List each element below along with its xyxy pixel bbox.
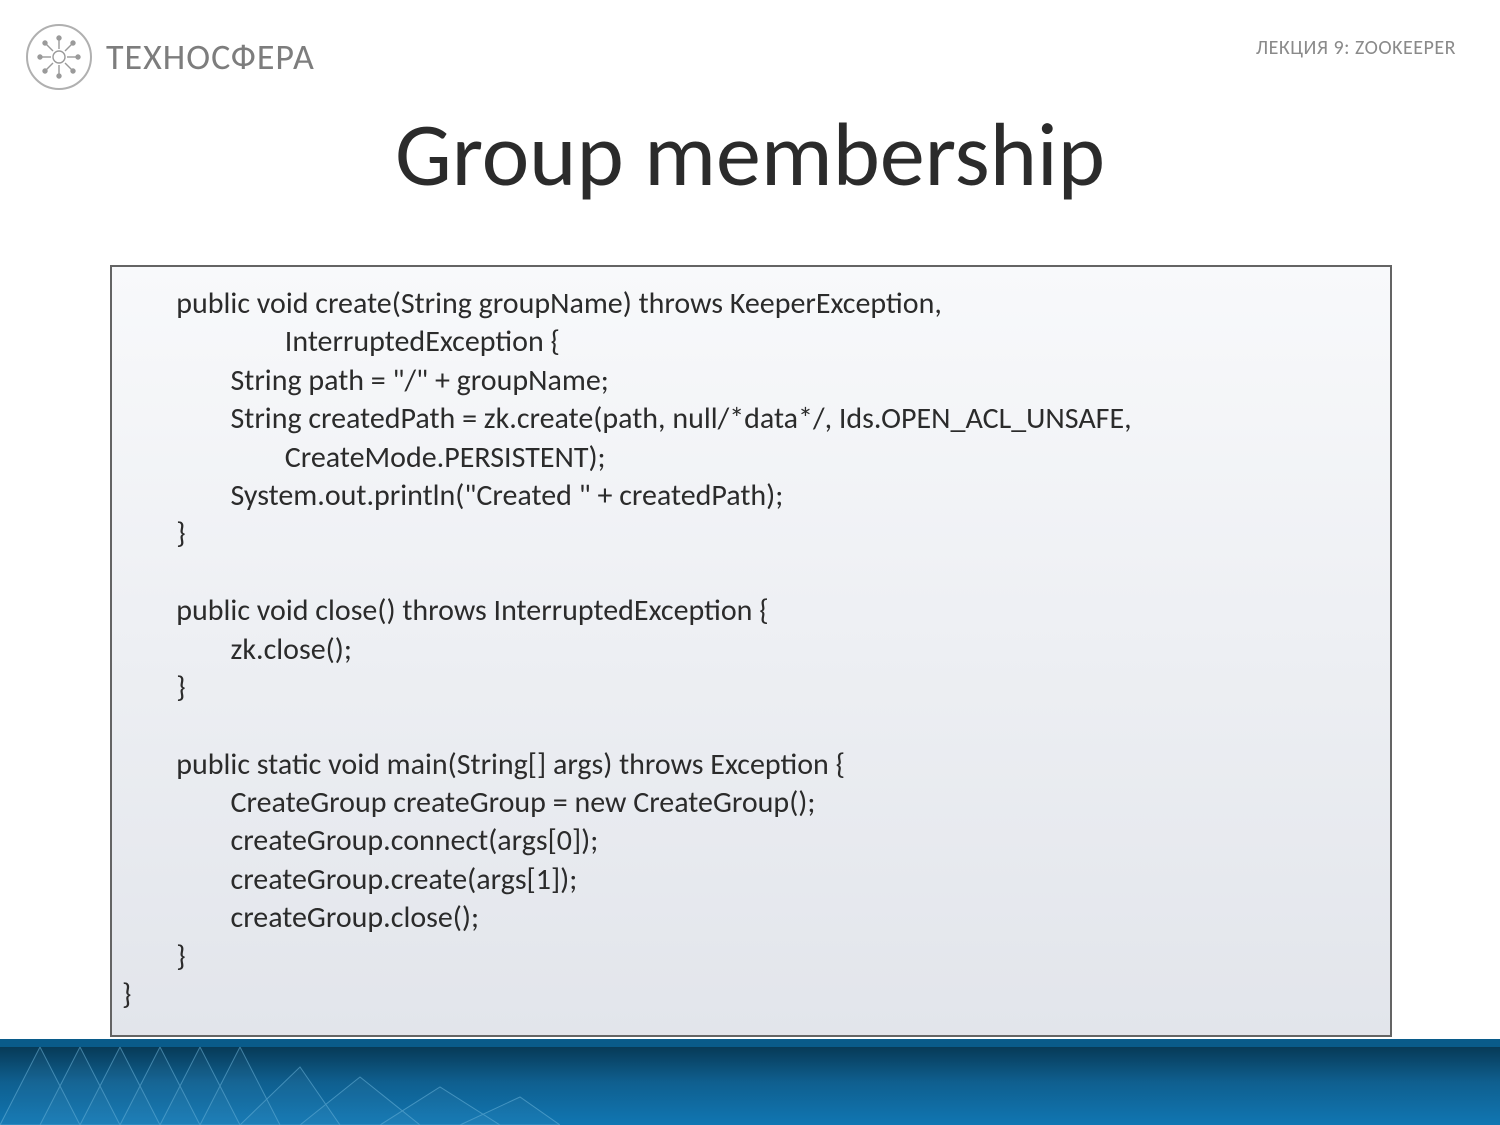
- footer-bar: [0, 1047, 1500, 1125]
- footer-pattern-icon: [0, 1047, 560, 1125]
- slide-title: Group membership: [0, 100, 1500, 210]
- brand-block: ТЕХНОСФЕРА: [26, 24, 315, 90]
- brand-logo-icon: [26, 24, 92, 90]
- code-block: public void create(String groupName) thr…: [110, 265, 1392, 1037]
- lecture-label: ЛЕКЦИЯ 9: ZOOKEEPER: [1256, 36, 1456, 60]
- slide: ТЕХНОСФЕРА ЛЕКЦИЯ 9: ZOOKEEPER Group mem…: [0, 0, 1500, 1125]
- brand-name: ТЕХНОСФЕРА: [106, 35, 315, 79]
